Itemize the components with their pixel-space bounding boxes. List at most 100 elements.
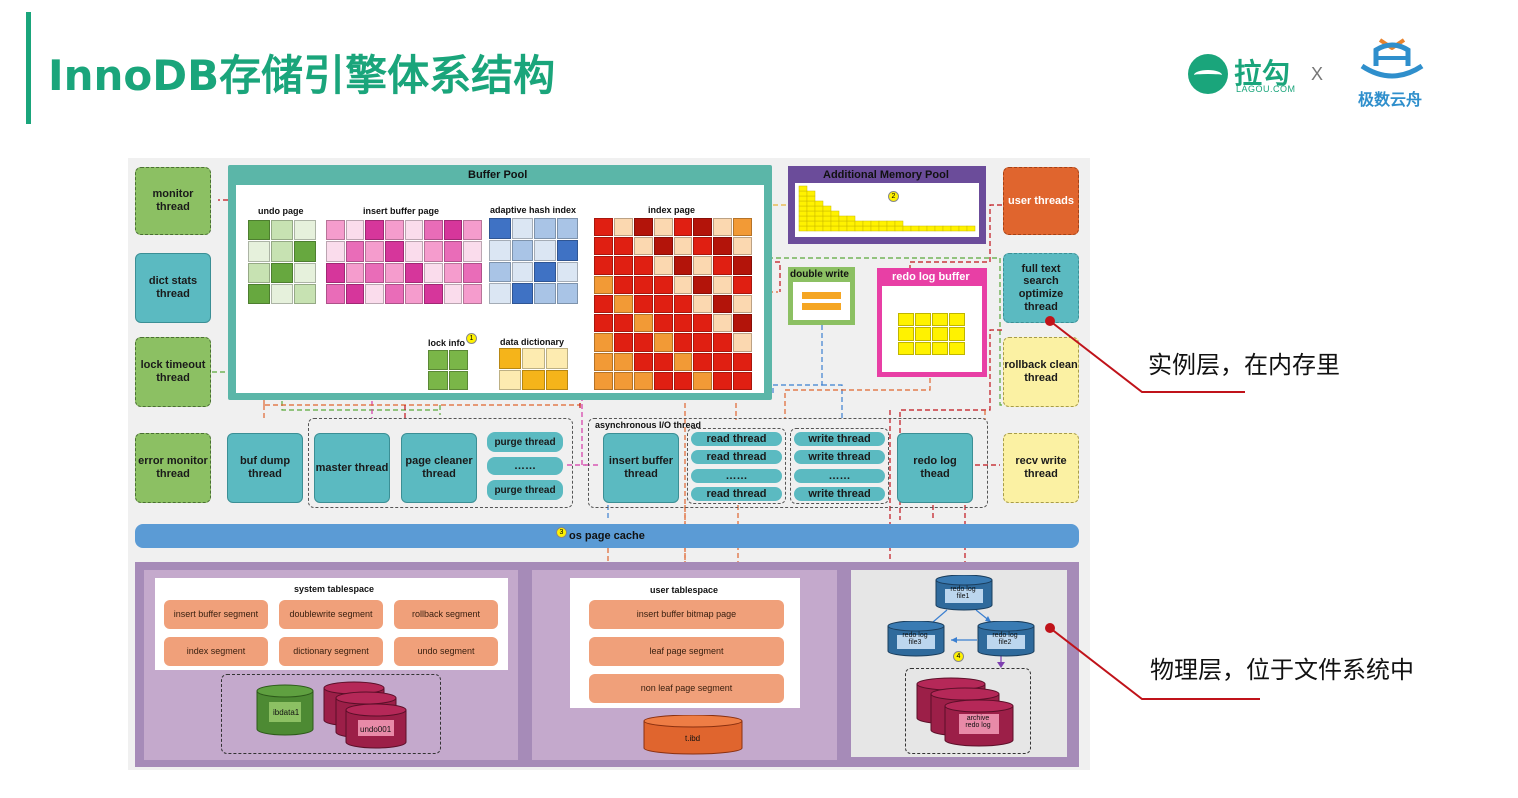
grid-cell <box>733 256 752 275</box>
grid-cell <box>693 352 713 371</box>
grid-cell <box>499 348 522 369</box>
grid-cell <box>345 262 365 283</box>
grid-cell <box>271 241 293 262</box>
grid-cell <box>271 262 293 283</box>
memory-block <box>894 220 904 227</box>
grid-cell <box>713 218 733 237</box>
grid-cell <box>248 262 270 283</box>
memory-block <box>878 220 888 227</box>
grid-cell <box>633 371 653 390</box>
grid-cell <box>365 241 384 262</box>
memory-block <box>806 195 816 202</box>
grid-cell <box>673 218 693 237</box>
grid-cell <box>693 314 713 333</box>
grid-cell <box>733 333 752 352</box>
grid-cell <box>522 348 545 369</box>
grid-cell <box>534 218 556 239</box>
memory-block <box>870 225 880 232</box>
grid-cell <box>424 283 443 304</box>
grid-cell <box>443 220 463 241</box>
grid-cell <box>673 294 693 314</box>
memory-block <box>806 215 816 222</box>
os-page-cache-marker: 3 <box>556 527 567 538</box>
grid-cell <box>326 220 345 241</box>
redo-log-buffer-grid <box>898 313 965 355</box>
grid-cell <box>693 275 713 294</box>
memory-block <box>846 220 856 227</box>
grid-cell <box>633 314 653 333</box>
grid-cell <box>733 294 752 314</box>
memory-block <box>862 220 872 227</box>
grid-cell <box>733 314 752 333</box>
grid-cell <box>326 262 345 283</box>
grid-cell <box>556 218 578 239</box>
redo-log-file2-label: redo log file2 <box>992 632 1018 646</box>
grid-cell <box>443 283 463 304</box>
memory-block <box>806 200 816 207</box>
grid-cell <box>345 220 365 241</box>
grid-cell <box>294 241 316 262</box>
undo-segment: undo segment <box>394 637 498 666</box>
grid-cell <box>384 241 404 262</box>
page-cleaner-thread: page cleaner thread <box>401 433 477 503</box>
memory-block <box>806 220 816 227</box>
tibd-label: t.ibd <box>685 734 701 743</box>
memory-block <box>798 220 808 227</box>
grid-cell <box>653 294 673 314</box>
redo-log-buffer-title: redo log buffer <box>892 271 970 283</box>
grid-cell <box>271 283 293 304</box>
memory-block <box>806 205 816 212</box>
grid-cell <box>463 241 482 262</box>
write-thread-3: write thread <box>794 487 885 501</box>
memory-block <box>926 225 936 232</box>
memory-block <box>822 220 832 227</box>
grid-cell <box>534 283 556 304</box>
grid-cell <box>673 256 693 275</box>
grid-cell <box>365 220 384 241</box>
grid-cell <box>384 220 404 241</box>
grid-cell <box>693 371 713 390</box>
grid-cell <box>633 237 653 256</box>
memory-block <box>814 200 824 207</box>
memory-pool-blocks <box>798 185 976 232</box>
grid-cell <box>489 239 511 261</box>
memory-block <box>814 220 824 227</box>
grid-cell <box>713 371 733 390</box>
grid-cell <box>633 218 653 237</box>
index-page-grid <box>594 218 752 390</box>
grid-cell <box>594 237 613 256</box>
redo-file-marker: 4 <box>953 651 964 662</box>
grid-cell <box>713 352 733 371</box>
memory-block <box>902 225 912 232</box>
grid-cell <box>463 220 482 241</box>
user-threads: user threads <box>1003 167 1079 235</box>
grid-cell <box>556 283 578 304</box>
double-write-title: double write <box>790 269 849 280</box>
grid-cell <box>653 314 673 333</box>
memory-block <box>942 225 952 232</box>
grid-cell <box>673 352 693 371</box>
grid-cell <box>365 283 384 304</box>
grid-cell <box>404 241 424 262</box>
grid-cell <box>522 369 545 390</box>
grid-cell <box>713 333 733 352</box>
grid-cell <box>594 218 613 237</box>
memory-block <box>822 225 832 232</box>
grid-cell <box>384 262 404 283</box>
double-write-inner <box>793 282 850 320</box>
grid-cell <box>556 239 578 261</box>
memory-block <box>934 225 944 232</box>
grid-cell <box>613 314 633 333</box>
grid-cell <box>511 218 533 239</box>
grid-cell <box>594 294 613 314</box>
grid-cell <box>594 352 613 371</box>
write-thread-ellipsis: …… <box>794 469 885 483</box>
undo-page-grid <box>248 220 316 304</box>
grid-cell <box>326 241 345 262</box>
grid-cell <box>693 256 713 275</box>
grid-cell <box>443 241 463 262</box>
grid-cell <box>915 327 931 341</box>
memory-block <box>798 225 808 232</box>
grid-cell <box>673 371 693 390</box>
grid-cell <box>404 262 424 283</box>
